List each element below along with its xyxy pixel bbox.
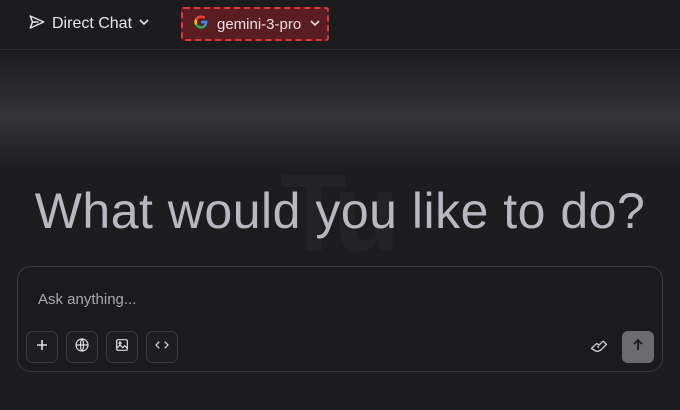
image-button[interactable] [106, 331, 138, 363]
globe-icon [74, 337, 90, 358]
chevron-down-icon [309, 16, 321, 33]
plus-icon [35, 338, 49, 357]
code-icon [154, 337, 170, 358]
add-button[interactable] [26, 331, 58, 363]
code-button[interactable] [146, 331, 178, 363]
arrow-up-icon [631, 338, 645, 357]
page-headline: What would you like to do? [34, 183, 646, 239]
model-selector[interactable]: gemini-3-pro [181, 7, 329, 41]
hand-icon [589, 336, 609, 361]
model-label: gemini-3-pro [217, 15, 302, 33]
tools-button[interactable] [588, 337, 610, 359]
mode-selector[interactable]: Direct Chat [28, 12, 150, 36]
prompt-input[interactable]: Ask anything... [38, 291, 136, 308]
send-button[interactable] [622, 331, 654, 363]
image-icon [114, 337, 130, 358]
web-search-button[interactable] [66, 331, 98, 363]
top-bar: Direct Chat gemini-3-pro [0, 0, 680, 50]
chevron-down-icon [138, 15, 150, 33]
mode-label: Direct Chat [52, 15, 133, 32]
chat-composer: Ask anything... [17, 266, 663, 372]
google-icon [193, 14, 209, 34]
send-icon [28, 13, 46, 36]
